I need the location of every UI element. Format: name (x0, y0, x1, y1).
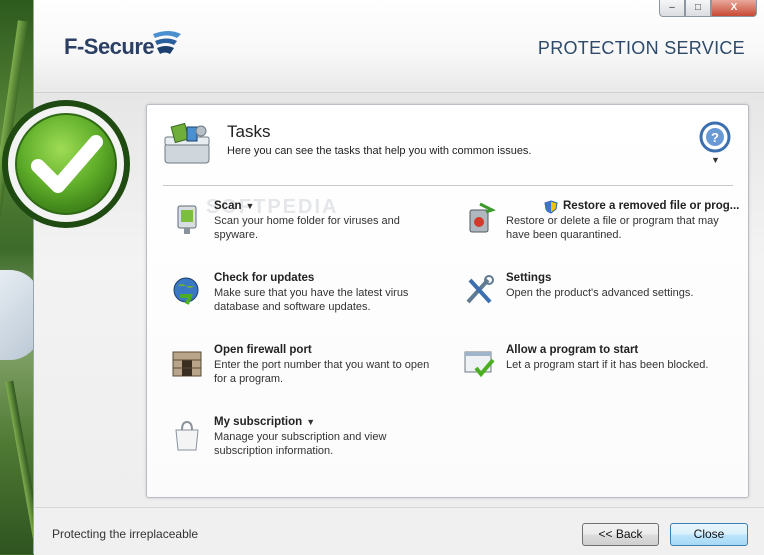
svg-text:?: ? (711, 130, 719, 145)
task-description: Scan your home folder for viruses and sp… (214, 215, 400, 241)
task-name: Check for updates (214, 272, 315, 284)
close-window-button[interactable]: X (711, 0, 757, 17)
task-open-firewall-port[interactable]: Open firewall port Enter the port number… (170, 344, 440, 398)
f-secure-logo-icon (153, 31, 181, 54)
brand-logo-text: F-Secure (64, 34, 155, 59)
header-divider (163, 185, 733, 186)
task-description: Open the product's advanced settings. (506, 287, 694, 299)
update-icon (173, 277, 199, 305)
close-button[interactable]: Close (670, 523, 748, 546)
chevron-down-icon[interactable]: ▼ (246, 201, 255, 211)
task-description: Make sure that you have the latest virus… (214, 287, 409, 313)
task-name: Allow a program to start (506, 344, 639, 356)
toolbox-icon (164, 123, 210, 164)
protected-checkmark-icon (2, 100, 130, 228)
task-name: Restore a removed file or prog... (563, 200, 740, 212)
shopping-bag-icon (175, 420, 199, 451)
task-my-subscription[interactable]: My subscription ▼ Manage your subscriptio… (170, 416, 440, 470)
chevron-down-icon[interactable]: ▼ (306, 417, 315, 427)
service-title: PROTECTION SERVICE (537, 38, 745, 58)
shield-icon (544, 200, 558, 214)
task-scan[interactable]: Scan ▼ Scan your home folder for viruses … (170, 200, 440, 254)
scan-icon (177, 205, 197, 234)
panel-title: Tasks (227, 122, 271, 141)
footer-bar: Protecting the irreplaceable << Back Clo… (34, 507, 764, 555)
task-description: Restore or delete a file or program that… (506, 215, 719, 241)
window-controls: – □ X (659, 0, 757, 17)
back-button[interactable]: << Back (582, 523, 659, 546)
task-settings[interactable]: Settings Open the product's advanced set… (462, 272, 732, 326)
task-restore[interactable]: Restore a removed file or prog... Restor… (462, 200, 739, 254)
help-menu-chevron-icon[interactable]: ▼ (711, 155, 720, 165)
task-description: Manage your subscription and view subscr… (214, 431, 387, 457)
task-name: Scan ▼ (214, 200, 255, 212)
allow-program-icon (464, 351, 495, 378)
firewall-icon (172, 351, 202, 377)
help-icon[interactable]: ? (699, 121, 731, 153)
task-description: Let a program start if it has been block… (506, 359, 709, 371)
task-name: My subscription ▼ (214, 416, 316, 428)
tools-icon (466, 275, 494, 304)
task-allow-program[interactable]: Allow a program to start Let a program s… (462, 344, 732, 398)
restore-icon (469, 202, 496, 233)
task-name: Open firewall port (214, 344, 312, 356)
maximize-button[interactable]: □ (685, 0, 711, 17)
app-window: F-Secure PROTECTION SERVICE – □ X Tasks … (33, 0, 764, 555)
task-check-updates[interactable]: Check for updates Make sure that you hav… (170, 272, 440, 326)
title-bar: F-Secure PROTECTION SERVICE – □ X (34, 0, 764, 93)
panel-subtitle: Here you can see the tasks that help you… (227, 145, 532, 157)
task-name: Settings (506, 272, 552, 284)
task-description: Enter the port number that you want to o… (214, 359, 430, 385)
panel-header: Tasks Here you can see the tasks that he… (147, 105, 748, 185)
tagline: Protecting the irreplaceable (52, 527, 199, 541)
minimize-button[interactable]: – (659, 0, 685, 17)
